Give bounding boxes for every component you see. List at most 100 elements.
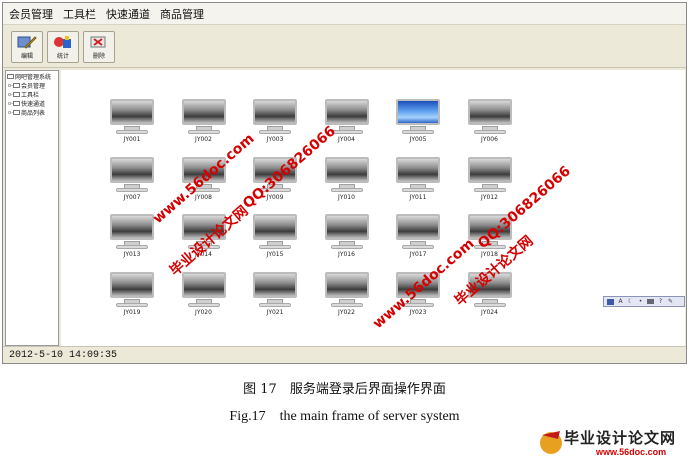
terminal-jy016[interactable]: JY016 — [323, 212, 371, 264]
folder-icon — [13, 101, 20, 106]
terminal-jy001[interactable]: JY001 — [108, 97, 156, 149]
monitor-base — [330, 245, 363, 249]
figure-caption-en: Fig.17 the main frame of server system — [229, 409, 460, 424]
terminal-jy005[interactable]: JY005 — [394, 97, 442, 149]
monitor-icon — [396, 99, 440, 125]
monitor-icon — [324, 99, 369, 125]
monitor-icon — [110, 214, 154, 240]
menu-toolbar[interactable]: 工具栏 — [63, 6, 96, 22]
terminal-jy003[interactable]: JY003 — [251, 97, 299, 149]
terminal-label: JY012 — [481, 193, 498, 201]
toolbar: 编辑 统计 删除 — [3, 26, 686, 68]
tree-item-quick[interactable]: o- 快速通道 — [7, 99, 57, 109]
terminal-label: JY002 — [195, 136, 212, 143]
delete-button-label: 删除 — [92, 52, 105, 60]
stats-button[interactable]: 统计 — [47, 30, 79, 63]
monitor-base — [473, 130, 506, 134]
tree-item-goods[interactable]: o- 商品列表 — [7, 108, 57, 118]
terminal-jy022[interactable]: JY022 — [323, 270, 371, 322]
monitor-icon — [396, 214, 440, 240]
monitor-icon — [110, 99, 154, 125]
monitor-icon — [253, 99, 297, 125]
terminal-jy007[interactable]: JY007 — [108, 155, 156, 207]
terminal-label: JY020 — [195, 308, 212, 316]
terminal-label: JY021 — [266, 308, 284, 316]
monitor-icon — [324, 271, 369, 298]
mini-toolbar: A ☾ • ? ✎ — [603, 296, 685, 307]
site-logo: 毕业设计论文网 www.56doc.com — [538, 425, 686, 459]
monitor-base — [187, 130, 220, 134]
keyboard-small-icon[interactable] — [647, 299, 654, 305]
font-icon[interactable]: A — [617, 298, 624, 305]
edit-icon — [16, 34, 38, 50]
logo-text: 毕业设计论文网 — [564, 429, 677, 447]
monitor-icon — [110, 156, 154, 183]
terminal-jy006[interactable]: JY006 — [466, 97, 514, 149]
app-window: 会员管理 工具栏 快速通道 商品管理 编辑 统计 删除 网吧管理系统 o- 会员… — [2, 2, 687, 364]
delete-button[interactable]: 删除 — [83, 30, 115, 63]
terminal-jy015[interactable]: JY015 — [251, 212, 299, 264]
folder-icon — [13, 83, 20, 88]
monitor-base — [330, 187, 363, 192]
delete-icon — [88, 34, 110, 50]
monitor-base — [116, 187, 148, 192]
nav-tree: 网吧管理系统 o- 会员管理 o- 工具栏 o- 快速通道 o- 商品列表 — [5, 70, 59, 346]
terminal-label: JY006 — [481, 136, 498, 143]
monitor-icon — [181, 271, 226, 298]
tree-item-label: 快速通道 — [21, 101, 46, 108]
edit-button-label: 编辑 — [20, 52, 33, 60]
wrench-icon[interactable]: ✎ — [667, 298, 674, 305]
monitor-base — [187, 302, 220, 307]
terminal-jy020[interactable]: JY020 — [180, 270, 228, 322]
logo-url: www.56doc.com — [596, 447, 667, 457]
tree-item-member[interactable]: o- 会员管理 — [7, 81, 57, 91]
terminal-jy021[interactable]: JY021 — [251, 270, 299, 322]
monitor-base — [330, 302, 363, 307]
terminal-label: JY013 — [123, 251, 141, 258]
monitor-icon — [181, 99, 226, 125]
edit-button[interactable]: 编辑 — [11, 30, 43, 63]
status-bar: 2012-5-10 14:09:35 — [3, 346, 686, 363]
monitor-base — [473, 187, 506, 192]
help-icon[interactable]: ? — [657, 298, 664, 305]
monitor-icon — [324, 214, 369, 240]
moon-icon[interactable]: ☾ — [627, 298, 634, 305]
terminal-label: JY003 — [266, 136, 284, 143]
monitor-base — [402, 130, 434, 134]
menubar: 会员管理 工具栏 快速通道 商品管理 — [3, 3, 686, 25]
terminal-jy017[interactable]: JY017 — [394, 212, 442, 264]
menu-goods-management[interactable]: 商品管理 — [160, 6, 204, 22]
keyboard-icon[interactable] — [607, 298, 614, 305]
folder-icon — [7, 74, 14, 79]
terminal-label: JY024 — [481, 308, 498, 316]
monitor-icon — [467, 99, 512, 125]
tree-root[interactable]: 网吧管理系统 — [7, 72, 57, 81]
dot-icon[interactable]: • — [637, 298, 644, 305]
tree-item-label: 会员管理 — [21, 83, 46, 90]
monitor-icon — [253, 271, 297, 298]
folder-icon — [13, 110, 20, 115]
terminal-jy002[interactable]: JY002 — [180, 97, 228, 149]
stats-icon — [52, 34, 74, 50]
monitor-icon — [253, 214, 297, 240]
terminal-label: JY015 — [266, 251, 284, 258]
terminal-jy010[interactable]: JY010 — [323, 155, 371, 207]
terminal-label: JY010 — [338, 193, 355, 201]
terminal-jy012[interactable]: JY012 — [466, 155, 514, 207]
tree-item-toolbar[interactable]: o- 工具栏 — [7, 90, 57, 100]
monitor-base — [259, 302, 291, 307]
monitor-base — [116, 130, 148, 134]
monitor-icon — [110, 271, 154, 298]
status-datetime: 2012-5-10 14:09:35 — [9, 349, 118, 361]
terminal-jy013[interactable]: JY013 — [108, 212, 156, 264]
stats-button-label: 统计 — [56, 52, 69, 60]
menu-quick-access[interactable]: 快速通道 — [106, 6, 150, 22]
tree-root-label: 网吧管理系统 — [15, 74, 52, 81]
monitor-base — [116, 245, 148, 249]
terminal-jy011[interactable]: JY011 — [394, 155, 442, 207]
terminal-jy019[interactable]: JY019 — [108, 270, 156, 322]
folder-icon — [13, 92, 20, 97]
monitor-icon — [324, 156, 369, 183]
menu-member-management[interactable]: 会员管理 — [9, 6, 53, 22]
monitor-base — [259, 245, 291, 249]
